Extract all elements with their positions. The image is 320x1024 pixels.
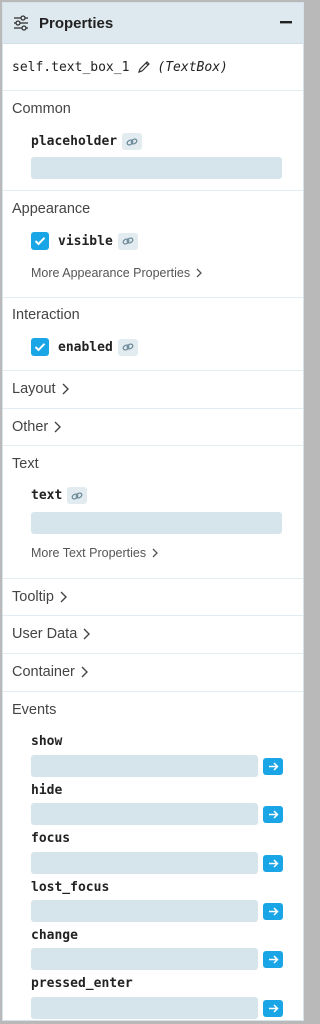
event-row-focus [31,852,283,874]
arrow-right-icon[interactable] [263,757,283,775]
section-events: Events show hide focus lost_focus change… [3,692,303,1020]
event-input-hide[interactable] [31,803,258,825]
link-icon[interactable] [122,133,143,150]
visible-checkbox[interactable] [31,232,49,250]
section-header-other[interactable]: Other [3,419,62,435]
enabled-label: enabled [58,339,113,355]
event-input-change[interactable] [31,948,258,970]
chevron-right-icon [54,421,62,433]
section-other[interactable]: Other [3,409,303,446]
event-row-change [31,948,283,970]
link-icon[interactable] [117,232,138,250]
placeholder-input[interactable] [31,157,282,179]
chevron-right-icon [83,628,91,640]
enabled-checkbox[interactable] [31,338,49,356]
arrow-right-icon[interactable] [263,999,283,1017]
minus-icon[interactable] [279,13,293,33]
event-label-lost-focus: lost_focus [31,880,110,895]
section-title-common: Common [12,101,71,117]
section-title-other: Other [12,419,49,435]
component-name[interactable]: self.text_box_1 [12,60,129,75]
event-label-focus: focus [31,831,71,846]
event-row-hide [31,803,283,825]
event-label-change: change [31,928,78,943]
section-header-user-data[interactable]: User Data [3,626,91,642]
component-name-row: self.text_box_1 (TextBox) [3,44,303,91]
chevron-right-icon [60,591,67,603]
chevron-right-icon [62,383,69,395]
component-type: (TextBox) [157,59,228,75]
section-tooltip[interactable]: Tooltip [3,579,303,616]
section-title-tooltip: Tooltip [12,589,54,605]
chevron-right-icon [196,268,203,278]
event-row-show [31,755,283,777]
section-title-text: Text [12,456,39,472]
section-title-interaction: Interaction [12,307,80,323]
arrow-right-icon[interactable] [263,805,283,823]
section-header-layout[interactable]: Layout [3,381,69,397]
event-label-show: show [31,734,63,749]
link-icon[interactable] [117,338,138,356]
more-text-link[interactable]: More Text Properties [31,546,159,560]
event-label-pressed-enter: pressed_enter [31,976,133,991]
event-input-lost-focus[interactable] [31,900,258,922]
event-label-hide: hide [31,783,63,798]
visible-property: visible [31,232,138,250]
panel-title: Properties [39,14,114,32]
arrow-right-icon[interactable] [263,854,283,872]
more-appearance-label: More Appearance Properties [31,266,191,280]
section-title-layout: Layout [12,381,56,397]
arrow-right-icon[interactable] [263,950,283,968]
section-title-events: Events [12,702,57,718]
pencil-icon[interactable] [137,60,151,74]
section-header-tooltip[interactable]: Tooltip [3,589,67,605]
panel-header: Properties [3,3,303,44]
more-text-label: More Text Properties [31,546,147,560]
section-layout[interactable]: Layout [3,371,303,409]
section-user-data[interactable]: User Data [3,616,303,654]
section-container[interactable]: Container [3,654,303,692]
text-label: text [31,488,63,503]
section-common: Common placeholder [3,91,303,191]
section-header-container[interactable]: Container [3,664,88,680]
link-icon[interactable] [67,487,88,504]
more-appearance-link[interactable]: More Appearance Properties [31,266,203,280]
enabled-property: enabled [31,338,138,356]
section-title-user-data: User Data [12,626,78,642]
section-title-container: Container [12,664,75,680]
event-input-pressed-enter[interactable] [31,997,258,1019]
text-property: text [31,487,88,504]
text-input[interactable] [31,512,282,534]
section-interaction: Interaction enabled [3,298,303,371]
section-title-appearance: Appearance [12,201,91,217]
visible-label: visible [58,233,113,249]
chevron-right-icon [152,548,159,558]
event-row-pressed-enter [31,997,283,1019]
chevron-right-icon [81,666,88,678]
section-text: Text text More Text Properties [3,446,303,579]
event-input-focus[interactable] [31,852,258,874]
event-input-show[interactable] [31,755,258,777]
section-appearance: Appearance visible More Appearance Prope… [3,191,303,298]
arrow-right-icon[interactable] [263,902,283,920]
placeholder-property: placeholder [31,133,143,150]
sliders-icon [13,14,31,32]
event-row-lost-focus [31,900,283,922]
placeholder-label: placeholder [31,134,118,149]
properties-panel: Properties self.text_box_1 (TextBox) Com… [2,2,304,1021]
